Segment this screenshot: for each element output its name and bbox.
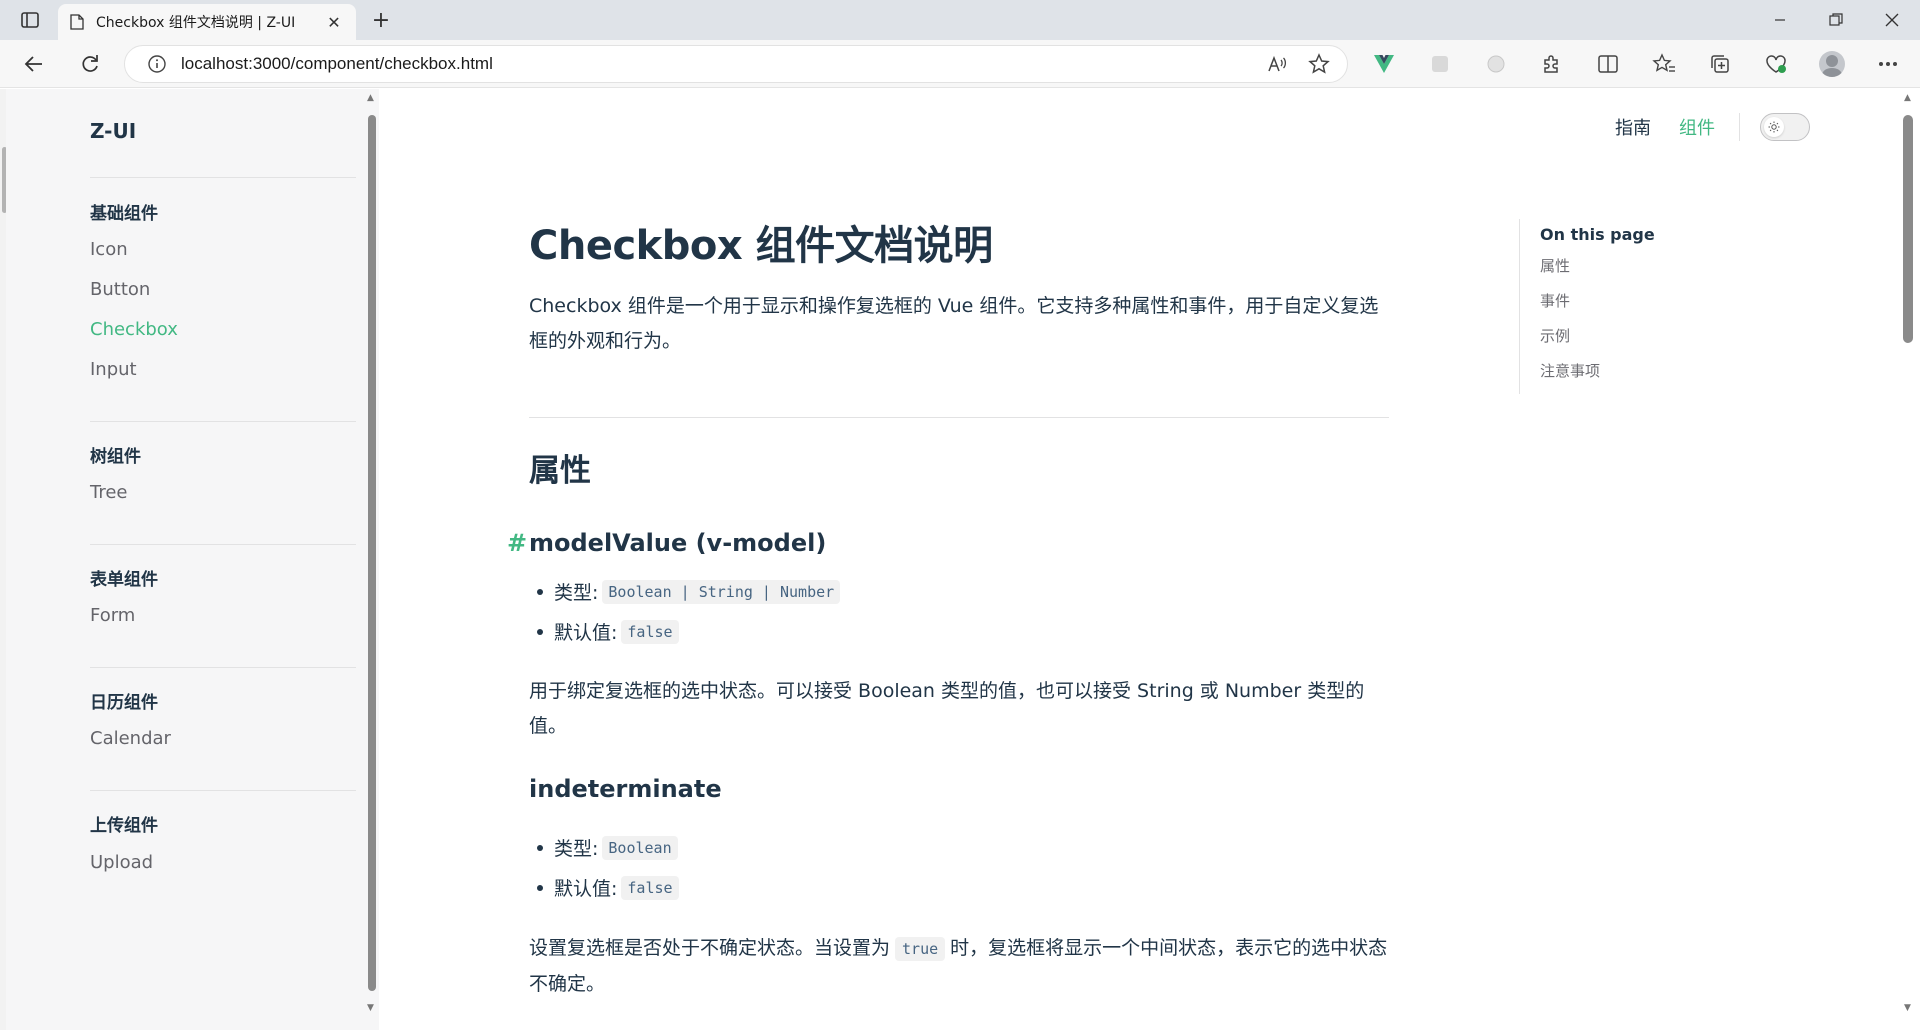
default-value: false (621, 875, 679, 900)
sidebar-item-upload[interactable]: Upload (90, 852, 153, 873)
bullet (537, 884, 543, 891)
type-label: 类型: (554, 582, 599, 604)
close-window-icon[interactable] (1864, 0, 1920, 40)
bullet (537, 844, 543, 851)
extensions-puzzle-icon[interactable] (1534, 48, 1570, 80)
tab-title: Checkbox 组件文档说明 | Z-UI (96, 15, 296, 31)
split-screen-icon[interactable] (1590, 48, 1626, 80)
main-scrollbar[interactable]: ▲ ▼ (1898, 89, 1920, 1030)
prop-description: 设置复选框是否处于不确定状态。当设置为 true 时，复选框将显示一个中间状态，表示… (529, 931, 1389, 1002)
vue-devtools-icon[interactable] (1366, 48, 1402, 80)
extension-icon[interactable] (1478, 48, 1514, 80)
collections-icon[interactable] (1702, 48, 1738, 80)
default-label: 默认值: (554, 878, 618, 900)
outline-link-attributes[interactable]: 属性 (1540, 254, 1655, 289)
browser-essentials-icon[interactable] (1758, 48, 1794, 80)
refresh-icon[interactable] (72, 48, 108, 80)
divider (90, 544, 356, 545)
minimize-icon[interactable] (1752, 0, 1808, 40)
bullet (537, 628, 543, 635)
sidebar-toggle-icon[interactable] (14, 6, 46, 34)
window-controls (1752, 0, 1920, 40)
scroll-up-arrow-icon[interactable]: ▲ (1904, 93, 1911, 103)
divider (529, 417, 1389, 418)
desc-text: 设置复选框是否处于不确定状态。当设置为 (529, 937, 891, 959)
sidebar-item-tree[interactable]: Tree (90, 482, 128, 503)
back-arrow-icon[interactable] (16, 48, 52, 80)
scroll-up-arrow-icon[interactable]: ▲ (367, 93, 374, 103)
site-logo[interactable]: Z-UI (90, 119, 136, 143)
list-item: 默认值: false (537, 874, 679, 901)
sidebar-item-input[interactable]: Input (90, 359, 137, 380)
sidebar: Z-UI 基础组件 Icon Button Checkbox Input 树组件… (6, 89, 371, 1030)
inline-code: true (895, 937, 946, 961)
type-value: Boolean | String | Number (602, 579, 841, 604)
nav-guide-link[interactable]: 指南 (1615, 114, 1651, 140)
tab-close-icon[interactable]: ✕ (324, 13, 344, 32)
divider (1739, 113, 1740, 141)
sidebar-scroll-thumb[interactable] (368, 115, 376, 991)
divider (90, 177, 356, 178)
sidebar-group-title: 上传组件 (90, 816, 158, 836)
list-item: 类型: Boolean | String | Number (537, 578, 841, 605)
section-heading-attributes: 属性 (529, 453, 591, 489)
outline-link-events[interactable]: 事件 (1540, 289, 1655, 324)
read-aloud-icon[interactable] (1263, 50, 1291, 78)
document-icon (70, 14, 84, 30)
info-icon[interactable] (147, 54, 167, 74)
sidebar-item-checkbox[interactable]: Checkbox (90, 319, 178, 340)
sidebar-item-icon[interactable]: Icon (90, 239, 128, 260)
favorite-star-icon[interactable] (1305, 50, 1333, 78)
sun-icon (1764, 117, 1784, 137)
divider (90, 421, 356, 422)
divider (90, 667, 356, 668)
sidebar-item-form[interactable]: Form (90, 605, 135, 626)
browser-tab[interactable]: Checkbox 组件文档说明 | Z-UI ✕ (58, 4, 356, 40)
divider (90, 790, 356, 791)
more-options-icon[interactable] (1870, 48, 1906, 80)
default-label: 默认值: (554, 622, 618, 644)
sidebar-scrollbar[interactable]: ▲ ▼ (364, 89, 379, 1030)
outline-link-examples[interactable]: 示例 (1540, 324, 1655, 359)
main-scroll-thumb[interactable] (1903, 115, 1913, 343)
theme-toggle[interactable] (1760, 113, 1810, 141)
address-bar[interactable]: localhost:3000/component/checkbox.html (124, 45, 1348, 83)
favorites-icon[interactable] (1646, 48, 1682, 80)
restore-icon[interactable] (1808, 0, 1864, 40)
sidebar-group-title: 基础组件 (90, 204, 158, 224)
bullet (537, 588, 543, 595)
nav-components-link[interactable]: 组件 (1679, 114, 1715, 140)
sidebar-group-title: 树组件 (90, 447, 141, 467)
heading-anchor-link[interactable]: # (507, 529, 527, 557)
default-value: false (621, 619, 679, 644)
sidebar-group-title: 表单组件 (90, 570, 158, 590)
page-outline: On this page 属性 事件 示例 注意事项 (1519, 219, 1655, 394)
outline-title: On this page (1540, 225, 1655, 244)
type-value: Boolean (602, 835, 678, 860)
page-viewport: Z-UI 基础组件 Icon Button Checkbox Input 树组件… (0, 89, 1920, 1030)
top-nav: 指南 组件 (1587, 107, 1810, 147)
prop-description: 用于绑定复选框的选中状态。可以接受 Boolean 类型的值，也可以接受 Str… (529, 680, 1365, 737)
profile-avatar[interactable] (1814, 48, 1850, 80)
page-title: Checkbox 组件文档说明 (529, 223, 993, 269)
scroll-down-arrow-icon[interactable]: ▼ (367, 1003, 374, 1013)
list-item: 默认值: false (537, 618, 679, 645)
extensions-row (1366, 48, 1906, 80)
sidebar-group-title: 日历组件 (90, 693, 158, 713)
intro-paragraph: Checkbox 组件是一个用于显示和操作复选框的 Vue 组件。它支持多种属性… (529, 295, 1379, 352)
sidebar-item-calendar[interactable]: Calendar (90, 728, 171, 749)
prop-heading-modelvalue: modelValue (v-model) (529, 529, 827, 557)
outline-link-notes[interactable]: 注意事项 (1540, 359, 1655, 394)
browser-tab-bar: Checkbox 组件文档说明 | Z-UI ✕ + (0, 0, 1920, 40)
type-label: 类型: (554, 838, 599, 860)
prop-heading-indeterminate: indeterminate (529, 775, 722, 803)
browser-toolbar: localhost:3000/component/checkbox.html (0, 40, 1920, 88)
list-item: 类型: Boolean (537, 834, 678, 861)
url-text: localhost:3000/component/checkbox.html (181, 54, 493, 73)
sidebar-item-button[interactable]: Button (90, 279, 150, 300)
new-tab-button[interactable]: + (366, 6, 396, 34)
extension-icon[interactable] (1422, 48, 1458, 80)
scroll-down-arrow-icon[interactable]: ▼ (1904, 1003, 1911, 1013)
